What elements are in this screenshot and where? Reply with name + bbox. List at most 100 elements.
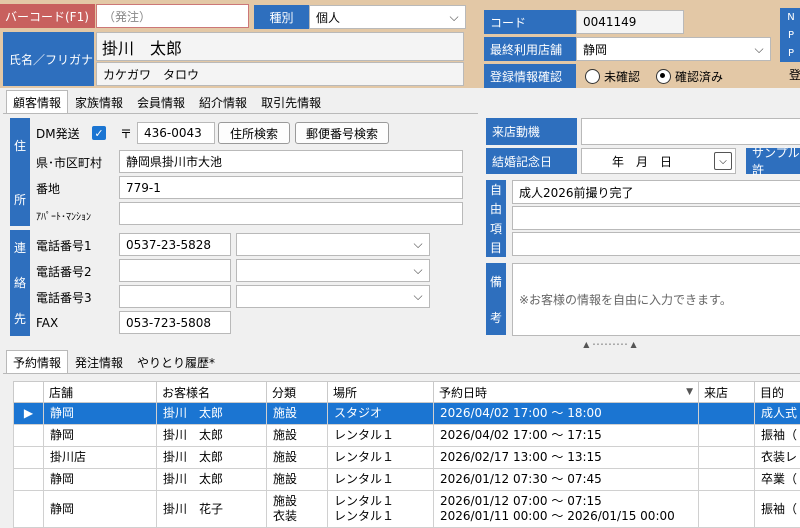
column-header-customer-name[interactable]: お客様名 xyxy=(157,382,267,403)
cell-datetime: 2026/04/02 17:00 ～ 17:15 xyxy=(434,425,699,447)
sort-desc-icon: ▼ xyxy=(686,387,693,397)
table-row[interactable]: ▶ 静岡 掛川 太郎 施設 スタジオ 2026/04/02 17:00 ～ 18… xyxy=(14,403,800,425)
free-item-2-input[interactable] xyxy=(512,206,800,230)
postal-input[interactable]: 436-0043 xyxy=(137,122,215,144)
free-label-char: 由 xyxy=(490,200,502,217)
tab-panel-border xyxy=(3,113,478,114)
last-store-select[interactable]: 静岡 ⌵ xyxy=(576,37,771,61)
free-item-value: 成人2026前撮り完了 xyxy=(519,184,634,201)
address-label-char: 所 xyxy=(14,191,26,208)
type-value: 個人 xyxy=(316,9,340,26)
code-field: 0041149 xyxy=(576,10,684,34)
edge-letter: P xyxy=(788,30,794,41)
cell-place: レンタル１ xyxy=(328,425,434,447)
pref-city-label: 県･市区町村 xyxy=(36,153,102,171)
dm-checkbox[interactable]: ✓ xyxy=(92,126,106,140)
cell-customer-name: 掛川 太郎 xyxy=(157,425,267,447)
cell-place: レンタル１ xyxy=(328,447,434,469)
calendar-dropdown-icon[interactable]: ⌵ xyxy=(714,152,732,170)
contact-label-char: 連 xyxy=(14,239,26,256)
name-field[interactable]: 掛川 太郎 xyxy=(96,32,464,61)
row-indicator-icon xyxy=(14,469,44,491)
apt-input[interactable] xyxy=(119,202,463,225)
fax-input[interactable]: 053-723-5808 xyxy=(119,311,231,334)
cell-category: 施設 xyxy=(267,425,328,447)
cell-visit xyxy=(699,491,755,528)
free-label-char: 項 xyxy=(490,220,502,237)
cell-category: 施設 xyxy=(267,403,328,425)
column-header-datetime[interactable]: 予約日時 ▼ xyxy=(434,382,699,403)
cell-place: レンタル１ xyxy=(328,469,434,491)
phone3-type-select[interactable]: ⌵ xyxy=(236,285,430,308)
postal-mark: 〒 xyxy=(120,124,132,142)
row-indicator-icon xyxy=(14,491,44,528)
column-header-place[interactable]: 場所 xyxy=(328,382,434,403)
apt-label: ｱﾊﾟｰﾄ･ﾏﾝｼｮﾝ xyxy=(36,206,91,224)
visit-motive-label: 来店動機 xyxy=(486,118,577,145)
chevron-down-icon: ⌵ xyxy=(411,290,425,304)
lot-value: 779-1 xyxy=(126,181,161,195)
anniversary-date-input[interactable]: 年 月 日 ⌵ xyxy=(581,148,736,174)
phone1-input[interactable]: 0537-23-5828 xyxy=(119,233,231,256)
column-header-category[interactable]: 分類 xyxy=(267,382,328,403)
tab-referral-info[interactable]: 紹介情報 xyxy=(192,90,254,114)
memo-textarea[interactable]: ※お客様の情報を自由に入力できます。 xyxy=(512,263,800,336)
phone3-input[interactable] xyxy=(119,285,231,308)
address-search-button[interactable]: 住所検索 xyxy=(218,122,290,144)
name-label: 氏名／フリガナ xyxy=(3,32,94,86)
table-row[interactable]: 掛川店 掛川 太郎 施設 レンタル１ 2026/02/17 13:00 ～ 13… xyxy=(14,447,800,469)
tab-member-info[interactable]: 会員情報 xyxy=(130,90,192,114)
cell-datetime: 2026/01/12 07:00 ～ 07:15 2026/01/11 00:0… xyxy=(434,491,699,528)
free-item-3-input[interactable] xyxy=(512,232,800,256)
table-header-row: 店舗 お客様名 分類 場所 予約日時 ▼ 来店 目的 xyxy=(14,382,800,403)
dm-label: DM発送 xyxy=(36,124,80,142)
chevron-down-icon: ⌵ xyxy=(752,42,766,56)
phone2-type-select[interactable]: ⌵ xyxy=(236,259,430,282)
radio-icon xyxy=(585,69,600,84)
phone2-input[interactable] xyxy=(119,259,231,282)
reg-option-unconfirmed[interactable]: 未確認 xyxy=(585,66,640,86)
cell-category: 施設 衣装 xyxy=(267,491,328,528)
chevron-down-icon: ⌵ xyxy=(411,264,425,278)
tab-order-info[interactable]: 発注情報 xyxy=(68,350,130,374)
phone1-label: 電話番号1 xyxy=(36,236,92,254)
reg-option-label: 確認済み xyxy=(675,68,723,85)
chevron-down-icon: ⌵ xyxy=(411,238,425,252)
memo-label-char: 備 xyxy=(490,273,502,290)
free-item-1-input[interactable]: 成人2026前撮り完了 xyxy=(512,180,800,204)
table-row[interactable]: 静岡 掛川 太郎 施設 レンタル１ 2026/04/02 17:00 ～ 17:… xyxy=(14,425,800,447)
postal-search-button[interactable]: 郵便番号検索 xyxy=(295,122,389,144)
column-header-store[interactable]: 店舗 xyxy=(44,382,157,403)
column-header-visit[interactable]: 来店 xyxy=(699,382,755,403)
tab-family-info[interactable]: 家族情報 xyxy=(68,90,130,114)
tab-partner-info[interactable]: 取引先情報 xyxy=(254,90,328,114)
tab-reservation-info[interactable]: 予約情報 xyxy=(6,350,68,374)
cell-customer-name: 掛川 太郎 xyxy=(157,469,267,491)
column-header-purpose[interactable]: 目的 xyxy=(755,382,800,403)
cell-customer-name: 掛川 花子 xyxy=(157,491,267,528)
address-section-label: 住 所 xyxy=(10,118,30,226)
tab-exchange-history[interactable]: やりとり履歴* xyxy=(130,350,222,374)
tab-customer-info[interactable]: 顧客情報 xyxy=(6,90,68,114)
cell-category-line: 衣装 xyxy=(273,509,321,524)
anniversary-label: 結婚記念日 xyxy=(486,148,577,174)
reg-option-confirmed[interactable]: 確認済み xyxy=(656,66,723,86)
cell-visit xyxy=(699,447,755,469)
sample-button[interactable]: サンプル許 xyxy=(746,148,800,174)
visit-motive-input[interactable] xyxy=(581,118,800,145)
type-select[interactable]: 個人 ⌵ xyxy=(309,5,466,29)
pref-city-input[interactable]: 静岡県掛川市大池 xyxy=(119,150,463,173)
edge-button[interactable]: N P P xyxy=(780,8,800,62)
furigana-field[interactable]: カケガワ タロウ xyxy=(96,62,464,86)
barcode-input[interactable]: （発注） xyxy=(96,4,249,28)
cell-visit xyxy=(699,403,755,425)
lot-input[interactable]: 779-1 xyxy=(119,176,463,199)
table-row[interactable]: 静岡 掛川 花子 施設 衣装 レンタル１ レンタル１ 2026/01/12 07… xyxy=(14,491,800,528)
phone1-type-select[interactable]: ⌵ xyxy=(236,233,430,256)
splitter-handle[interactable]: ▲ ･････････ ▲ xyxy=(560,339,660,351)
cell-store: 掛川店 xyxy=(44,447,157,469)
cell-purpose: 振袖（ xyxy=(755,425,800,447)
postal-value: 436-0043 xyxy=(144,126,202,140)
radio-selected-icon xyxy=(656,69,671,84)
table-row[interactable]: 静岡 掛川 太郎 施設 レンタル１ 2026/01/12 07:30 ～ 07:… xyxy=(14,469,800,491)
